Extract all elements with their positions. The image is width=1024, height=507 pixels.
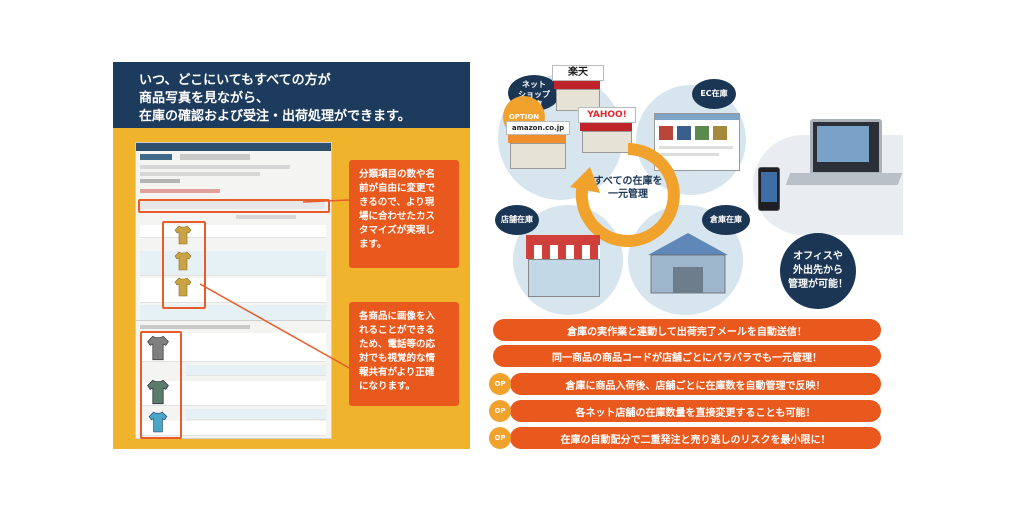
warehouse-building-icon xyxy=(643,225,733,295)
amazon-logo: amazon.co.jp xyxy=(506,121,570,135)
feature-item-2: 同一商品の商品コードが店舗ごとにバラバラでも一元管理！ xyxy=(493,345,881,367)
product-detail-screenshot xyxy=(135,320,332,439)
center-label: すべての在庫を 一元管理 xyxy=(593,176,663,200)
feature-item-3: 倉庫に商品入荷後、店舗ごとに在庫数を自動管理で反映！ xyxy=(510,373,881,395)
office-access-label: オフィスや 外出先から 管理が可能！ xyxy=(780,233,856,309)
left-header-banner: いつ、どこにいてもすべての方が 商品写真を見ながら、 在庫の確認および受注・出荷… xyxy=(113,62,470,128)
feature-item-4: 各ネット店舗の在庫数量を直接変更することも可能！ xyxy=(510,400,881,422)
op-badge: OP xyxy=(489,373,511,395)
header-line-3: 在庫の確認および受注・出荷処理ができます。 xyxy=(139,109,411,124)
header-line-2: 商品写真を見ながら、 xyxy=(139,91,270,106)
store-label: 店舗在庫 xyxy=(495,205,539,235)
detail-image-highlight xyxy=(140,331,182,439)
customize-callout: 分類項目の数や名 前が自由に変更で きるので、より現 場に合わせたカス タマイズ… xyxy=(349,160,459,268)
left-panel: いつ、どこにいてもすべての方が 商品写真を見ながら、 在庫の確認および受注・出荷… xyxy=(113,62,470,449)
image-column-highlight xyxy=(162,221,206,309)
feature-item-1: 倉庫の実作業と連動して出荷完了メールを自動送信！ xyxy=(493,319,881,341)
header-line-1: いつ、どこにいてもすべての方が xyxy=(139,73,331,88)
category-tabs-highlight xyxy=(138,199,330,213)
rakuten-store-icon: 楽天 xyxy=(552,65,604,111)
op-badge: OP xyxy=(489,427,511,449)
rakuten-logo: 楽天 xyxy=(552,65,604,81)
laptop-icon xyxy=(810,119,882,175)
ec-label: EC在庫 xyxy=(692,79,736,109)
image-callout: 各商品に画像を入 れることができる ため、電話等の応 対でも視覚的な情 報共有が… xyxy=(349,302,459,406)
amazon-store-icon: amazon.co.jp xyxy=(506,121,570,171)
right-panel: ネット ショップ 在庫 OPTION 楽天 YAHOO! amazon.co.j… xyxy=(488,55,908,455)
store-building-icon xyxy=(526,235,600,297)
laptop-base-icon xyxy=(785,173,903,185)
smartphone-icon xyxy=(758,167,780,211)
feature-item-5: 在庫の自動配分で二重発注と売り逃しのリスクを最小限に！ xyxy=(510,427,881,449)
op-badge: OP xyxy=(489,400,511,422)
yahoo-logo: YAHOO! xyxy=(578,107,636,123)
